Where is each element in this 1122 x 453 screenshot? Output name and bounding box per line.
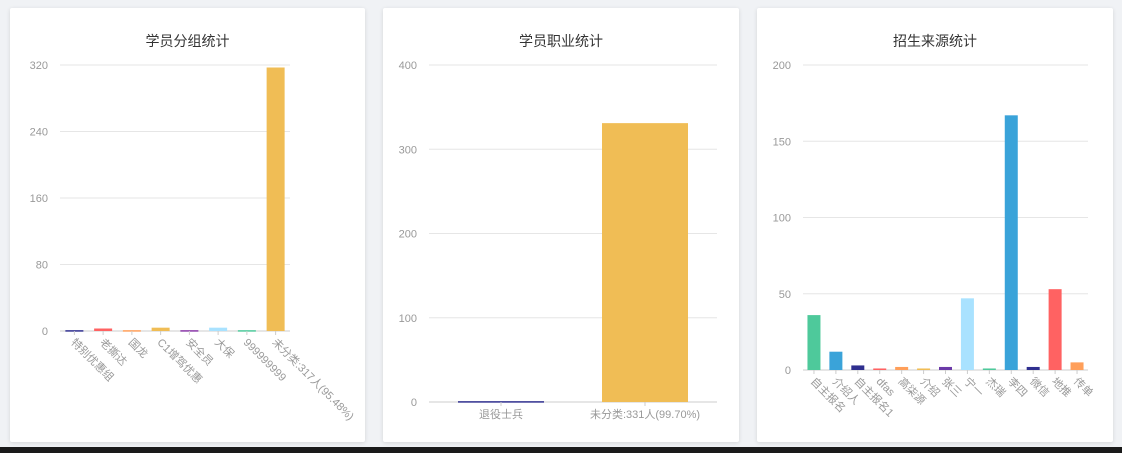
y-tick-label: 160 <box>30 193 48 205</box>
x-tick-label: 地推 <box>1049 374 1074 399</box>
bar[interactable] <box>895 366 909 370</box>
bar[interactable] <box>873 368 887 370</box>
bottom-bar <box>0 447 1122 453</box>
y-tick-label: 320 <box>30 60 48 72</box>
x-tick-label: 张三 <box>939 375 964 400</box>
chart-title: 招生来源统计 <box>893 33 977 49</box>
y-tick-label: 150 <box>773 136 791 148</box>
bar[interactable] <box>917 368 931 370</box>
bar[interactable] <box>807 315 821 370</box>
source-stats-card: 招生来源统计 0 50 100 150 200 自主报名 介绍人 自主报名1 dfas 高柒源 介绍张… <box>757 8 1113 442</box>
y-tick-label: 300 <box>399 144 417 156</box>
x-tick-label: 微信 <box>1027 374 1052 399</box>
y-tick-label: 50 <box>779 289 791 301</box>
y-tick-label: 80 <box>36 260 48 272</box>
y-tick-label: 100 <box>773 213 791 225</box>
group-stats-card: 学员分组统计 0 80 160 240 320 特别优惠组 老撕达 国龙 C1增驾优惠 安全员 大保 9… <box>10 8 365 442</box>
occupation-stats-chart: 学员职业统计 0 100 200 300 400 退役士兵 未分类:331人(99.70%) <box>399 33 717 421</box>
y-tick-label: 400 <box>399 60 417 72</box>
bar[interactable] <box>829 351 843 370</box>
y-tick-label: 200 <box>773 60 791 72</box>
chart-title: 学员分组统计 <box>146 33 230 49</box>
x-tick-label: 未分类:331人(99.70%) <box>590 407 700 421</box>
group-stats-chart: 学员分组统计080160240320特别优惠组老撕达国龙 C1增驾优惠安全员大保 9… <box>30 33 358 423</box>
x-tick-label: 李四 <box>1005 374 1030 399</box>
x-tick-label: 大保 <box>212 335 237 360</box>
bar[interactable] <box>266 67 285 332</box>
y-tick-label: 0 <box>42 326 48 338</box>
bar[interactable] <box>1004 115 1018 370</box>
bar[interactable] <box>1070 362 1084 370</box>
source-stats-chart: 招生来源统计050100150200自主报名介绍人自主报名1dfas高柒源介绍张… <box>773 33 1096 420</box>
x-tick-label: 宁一 <box>961 374 986 399</box>
x-tick-label: 杰瑞 <box>983 374 1008 399</box>
y-tick-label: 240 <box>30 127 48 139</box>
y-tick-label: 0 <box>785 365 791 377</box>
x-tick-label: 国龙 <box>126 336 151 361</box>
bar[interactable] <box>960 298 974 370</box>
bar[interactable] <box>939 366 952 370</box>
bar[interactable] <box>209 327 228 331</box>
bar[interactable] <box>602 123 688 402</box>
x-tick-label: 传单 <box>1071 375 1096 400</box>
bar[interactable] <box>94 328 113 331</box>
bar[interactable] <box>851 365 865 370</box>
bar[interactable] <box>151 327 170 331</box>
y-tick-label: 200 <box>399 229 417 241</box>
y-tick-label: 100 <box>399 313 417 325</box>
occupation-stats-card: 学员职业统计 0 100 200 300 400 退役士兵 未分类:331人(99.70%) <box>383 8 739 442</box>
bar[interactable] <box>1026 366 1040 370</box>
chart-title: 学员职业统计 <box>519 33 603 49</box>
bar[interactable] <box>982 368 996 370</box>
x-tick-label: 退役士兵 <box>479 407 523 421</box>
y-tick-label: 0 <box>411 397 417 409</box>
bar[interactable] <box>1048 289 1062 370</box>
